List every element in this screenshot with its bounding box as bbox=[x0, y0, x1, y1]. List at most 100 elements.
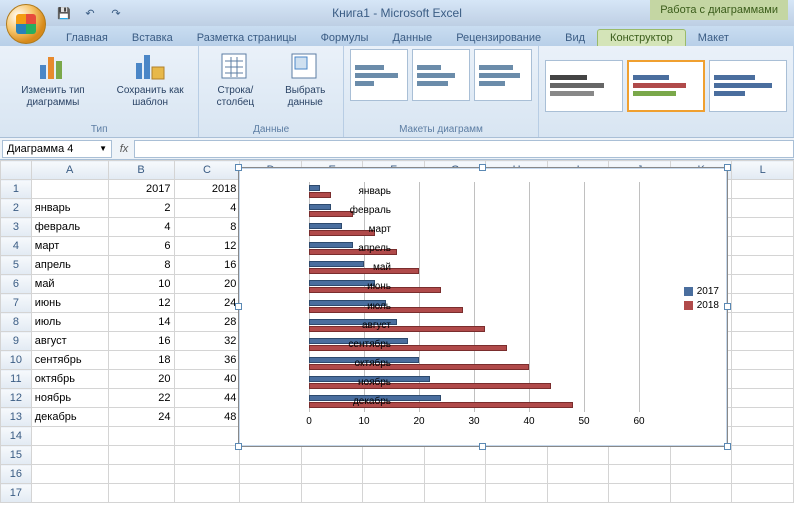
cell[interactable] bbox=[174, 446, 240, 465]
table-row[interactable]: 17 bbox=[1, 484, 794, 503]
save-icon[interactable]: 💾 bbox=[54, 3, 74, 23]
cell[interactable] bbox=[732, 313, 794, 332]
cell[interactable]: сентябрь bbox=[31, 351, 108, 370]
row-header[interactable]: 12 bbox=[1, 389, 32, 408]
tab-layout[interactable]: Макет bbox=[686, 30, 741, 46]
row-header[interactable]: 11 bbox=[1, 370, 32, 389]
bar-series-1[interactable] bbox=[309, 204, 331, 210]
cell[interactable] bbox=[108, 446, 174, 465]
tab-insert[interactable]: Вставка bbox=[120, 30, 185, 46]
cell[interactable] bbox=[609, 446, 671, 465]
tab-page-layout[interactable]: Разметка страницы bbox=[185, 30, 309, 46]
row-header[interactable]: 8 bbox=[1, 313, 32, 332]
cell[interactable]: декабрь bbox=[31, 408, 108, 427]
chart-layouts-gallery[interactable] bbox=[350, 49, 532, 101]
cell[interactable] bbox=[174, 465, 240, 484]
bar-series-2[interactable] bbox=[309, 192, 331, 198]
chart-styles-gallery[interactable] bbox=[545, 60, 787, 112]
row-header[interactable]: 14 bbox=[1, 427, 32, 446]
cell[interactable]: 22 bbox=[108, 389, 174, 408]
cell[interactable] bbox=[547, 465, 609, 484]
row-header[interactable]: 5 bbox=[1, 256, 32, 275]
cell[interactable] bbox=[486, 465, 548, 484]
cell[interactable]: июль bbox=[31, 313, 108, 332]
row-header[interactable]: 16 bbox=[1, 465, 32, 484]
cell[interactable]: 48 bbox=[174, 408, 240, 427]
office-button[interactable] bbox=[6, 4, 46, 44]
cell[interactable]: 14 bbox=[108, 313, 174, 332]
cell[interactable]: октябрь bbox=[31, 370, 108, 389]
row-header[interactable]: 1 bbox=[1, 180, 32, 199]
col-header[interactable]: L bbox=[732, 161, 794, 180]
select-data-button[interactable]: Выбрать данные bbox=[273, 49, 337, 111]
resize-handle[interactable] bbox=[724, 164, 731, 171]
resize-handle[interactable] bbox=[724, 303, 731, 310]
cell[interactable] bbox=[732, 427, 794, 446]
tab-home[interactable]: Главная bbox=[54, 30, 120, 46]
cell[interactable] bbox=[240, 446, 302, 465]
cell[interactable] bbox=[301, 465, 363, 484]
cell[interactable] bbox=[670, 484, 732, 503]
col-header[interactable]: C bbox=[174, 161, 240, 180]
cell[interactable] bbox=[732, 484, 794, 503]
cell[interactable]: 16 bbox=[174, 256, 240, 275]
cell[interactable] bbox=[108, 427, 174, 446]
row-header[interactable]: 9 bbox=[1, 332, 32, 351]
embedded-chart[interactable]: 2017 2018 0102030405060январьфевральмарт… bbox=[238, 167, 728, 447]
cell[interactable] bbox=[732, 275, 794, 294]
cell[interactable] bbox=[31, 465, 108, 484]
cell[interactable]: 8 bbox=[174, 218, 240, 237]
cell[interactable]: 2017 bbox=[108, 180, 174, 199]
cell[interactable]: 2 bbox=[108, 199, 174, 218]
cell[interactable] bbox=[31, 484, 108, 503]
undo-icon[interactable]: ↶ bbox=[80, 3, 100, 23]
style-option-2[interactable] bbox=[627, 60, 705, 112]
legend-entry[interactable]: 2018 bbox=[684, 300, 719, 311]
cell[interactable]: 12 bbox=[108, 294, 174, 313]
resize-handle[interactable] bbox=[479, 443, 486, 450]
col-header[interactable]: A bbox=[31, 161, 108, 180]
cell[interactable]: 40 bbox=[174, 370, 240, 389]
style-option-3[interactable] bbox=[709, 60, 787, 112]
tab-review[interactable]: Рецензирование bbox=[444, 30, 553, 46]
cell[interactable] bbox=[732, 465, 794, 484]
select-all-corner[interactable] bbox=[1, 161, 32, 180]
cell[interactable]: февраль bbox=[31, 218, 108, 237]
cell[interactable]: 24 bbox=[108, 408, 174, 427]
cell[interactable]: 18 bbox=[108, 351, 174, 370]
row-header[interactable]: 17 bbox=[1, 484, 32, 503]
change-chart-type-button[interactable]: Изменить тип диаграммы bbox=[6, 49, 100, 111]
resize-handle[interactable] bbox=[235, 443, 242, 450]
cell[interactable]: 8 bbox=[108, 256, 174, 275]
row-header[interactable]: 4 bbox=[1, 237, 32, 256]
table-row[interactable]: 16 bbox=[1, 465, 794, 484]
layout-option-2[interactable] bbox=[412, 49, 470, 101]
row-header[interactable]: 7 bbox=[1, 294, 32, 313]
cell[interactable]: 6 bbox=[108, 237, 174, 256]
cell[interactable] bbox=[609, 465, 671, 484]
cell[interactable]: 4 bbox=[108, 218, 174, 237]
legend-entry[interactable]: 2017 bbox=[684, 286, 719, 297]
cell[interactable]: май bbox=[31, 275, 108, 294]
cell[interactable] bbox=[732, 332, 794, 351]
cell[interactable] bbox=[363, 446, 425, 465]
resize-handle[interactable] bbox=[479, 164, 486, 171]
cell[interactable] bbox=[732, 294, 794, 313]
cell[interactable] bbox=[31, 427, 108, 446]
cell[interactable] bbox=[547, 484, 609, 503]
col-header[interactable]: B bbox=[108, 161, 174, 180]
cell[interactable] bbox=[547, 446, 609, 465]
cell[interactable] bbox=[732, 199, 794, 218]
name-box[interactable]: Диаграмма 4 ▼ bbox=[2, 140, 112, 158]
cell[interactable] bbox=[424, 465, 486, 484]
cell[interactable] bbox=[732, 389, 794, 408]
cell[interactable]: 28 bbox=[174, 313, 240, 332]
cell[interactable] bbox=[424, 484, 486, 503]
layout-option-3[interactable] bbox=[474, 49, 532, 101]
cell[interactable] bbox=[240, 465, 302, 484]
cell[interactable] bbox=[31, 446, 108, 465]
cell[interactable] bbox=[732, 370, 794, 389]
layout-option-1[interactable] bbox=[350, 49, 408, 101]
row-header[interactable]: 3 bbox=[1, 218, 32, 237]
cell[interactable]: 20 bbox=[174, 275, 240, 294]
